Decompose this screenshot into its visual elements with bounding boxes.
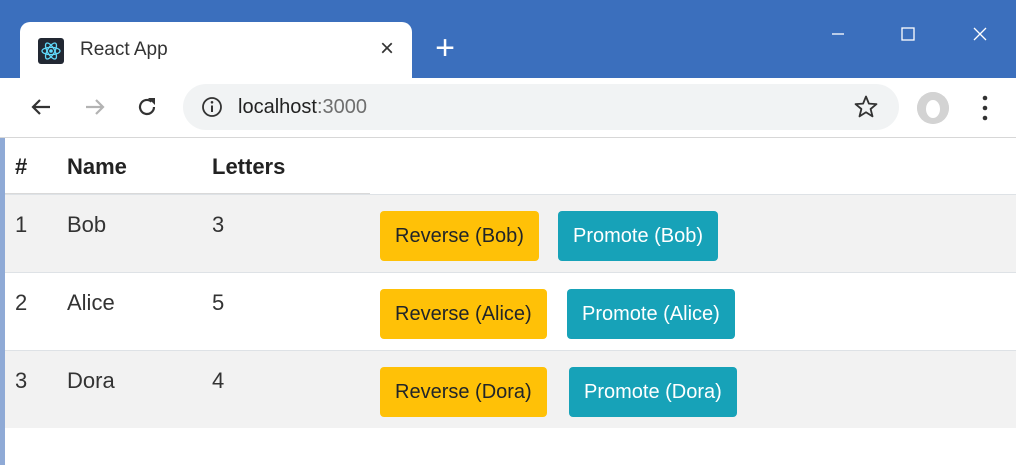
row-index: 2 <box>15 290 28 315</box>
promote-button[interactable]: Promote (Alice) <box>567 289 735 339</box>
browser-tab[interactable]: React App × <box>20 22 412 78</box>
reverse-button[interactable]: Reverse (Dora) <box>380 367 547 417</box>
row-letters: 3 <box>212 212 225 237</box>
reverse-button[interactable]: Reverse (Bob) <box>380 211 539 261</box>
row-letters: 5 <box>212 290 225 315</box>
promote-button[interactable]: Promote (Dora) <box>569 367 737 417</box>
browser-toolbar: localhost:3000 <box>0 78 1016 138</box>
row-name: Dora <box>67 368 115 393</box>
browser-title-bar: React App × + <box>0 0 1016 78</box>
address-bar[interactable]: localhost:3000 <box>183 84 899 130</box>
promote-button[interactable]: Promote (Bob) <box>558 211 719 261</box>
url-host: localhost <box>238 96 317 118</box>
tab-title: React App <box>80 39 168 60</box>
close-icon[interactable]: × <box>372 34 402 64</box>
minimize-icon[interactable] <box>808 14 868 54</box>
maximize-icon[interactable] <box>878 14 938 54</box>
row-name: Bob <box>67 212 107 237</box>
page-content: # Name Letters 1 Bob 3 Reverse (Bob) Pro… <box>0 138 1016 465</box>
profile-avatar-icon[interactable] <box>917 92 949 124</box>
row-index: 1 <box>15 212 28 237</box>
react-favicon-icon <box>38 38 64 64</box>
table-row: 1 Bob 3 Reverse (Bob) Promote (Bob) <box>5 194 1016 272</box>
url-port: :3000 <box>316 96 367 118</box>
header-index: # <box>15 154 28 179</box>
table-row: 3 Dora 4 Reverse (Dora) Promote (Dora) <box>5 350 1016 428</box>
row-name: Alice <box>67 290 115 315</box>
plus-icon[interactable]: + <box>428 31 462 67</box>
window-close-icon[interactable] <box>950 14 1010 54</box>
table-header: # Name Letters <box>5 138 1016 195</box>
header-letters: Letters <box>212 154 286 179</box>
star-icon[interactable] <box>853 94 879 120</box>
more-menu-icon[interactable] <box>970 92 1000 124</box>
info-icon[interactable] <box>201 96 223 118</box>
row-letters: 4 <box>212 368 225 393</box>
url-text: localhost:3000 <box>238 96 367 119</box>
back-arrow-icon[interactable] <box>24 90 58 124</box>
reload-icon[interactable] <box>130 90 164 124</box>
table-row: 2 Alice 5 Reverse (Alice) Promote (Alice… <box>5 272 1016 350</box>
reverse-button[interactable]: Reverse (Alice) <box>380 289 547 339</box>
header-name: Name <box>67 154 127 179</box>
forward-arrow-icon[interactable] <box>78 90 112 124</box>
row-index: 3 <box>15 368 28 393</box>
